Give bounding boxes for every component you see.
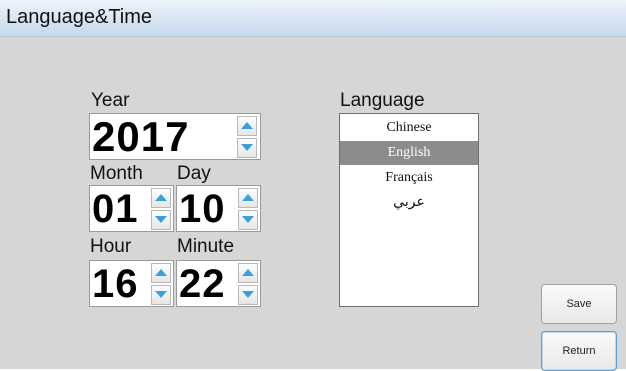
spin-down-icon — [155, 291, 167, 298]
month-down-button[interactable] — [151, 209, 171, 230]
window-title: Language&Time — [6, 6, 153, 28]
hour-spinner — [150, 261, 172, 306]
day-up-button[interactable] — [238, 187, 258, 208]
spin-up-icon — [242, 194, 254, 201]
language-option-arabic[interactable]: عربي — [340, 191, 478, 215]
minute-spinner — [237, 261, 259, 306]
save-button[interactable]: Save — [541, 284, 617, 324]
spin-up-icon — [155, 269, 167, 276]
month-field[interactable]: 01 — [89, 185, 174, 232]
settings-panel: Language&Time Year 2017 Month Day 01 10 … — [0, 0, 626, 371]
year-field[interactable]: 2017 — [89, 113, 261, 160]
hour-down-button[interactable] — [151, 284, 171, 305]
spin-down-icon — [155, 216, 167, 223]
day-field[interactable]: 10 — [176, 185, 261, 232]
spin-up-icon — [155, 194, 167, 201]
hour-field[interactable]: 16 — [89, 260, 174, 307]
month-up-button[interactable] — [151, 187, 171, 208]
day-label: Day — [177, 163, 211, 184]
year-value: 2017 — [92, 113, 190, 160]
title-bar: Language&Time — [0, 0, 626, 37]
spin-down-icon — [242, 216, 254, 223]
year-label: Year — [91, 90, 130, 111]
spin-up-icon — [242, 269, 254, 276]
hour-value: 16 — [92, 262, 139, 306]
day-down-button[interactable] — [238, 209, 258, 230]
language-option-chinese[interactable]: Chinese — [340, 116, 478, 140]
hour-label: Hour — [90, 236, 132, 257]
language-list[interactable]: Chinese English Français عربي — [339, 113, 479, 307]
minute-up-button[interactable] — [238, 262, 258, 283]
minute-down-button[interactable] — [238, 284, 258, 305]
year-down-button[interactable] — [237, 137, 257, 158]
year-up-button[interactable] — [237, 115, 257, 136]
month-value: 01 — [92, 187, 139, 231]
return-button[interactable]: Return — [541, 331, 617, 371]
minute-value: 22 — [179, 262, 226, 306]
language-option-english[interactable]: English — [340, 141, 478, 165]
spin-down-icon — [242, 291, 254, 298]
month-label: Month — [90, 163, 143, 184]
spin-up-icon — [241, 122, 253, 129]
spin-down-icon — [241, 144, 253, 151]
month-spinner — [150, 186, 172, 231]
year-spinner — [236, 114, 258, 159]
minute-field[interactable]: 22 — [176, 260, 261, 307]
language-option-francais[interactable]: Français — [340, 166, 478, 190]
hour-up-button[interactable] — [151, 262, 171, 283]
minute-label: Minute — [177, 236, 235, 257]
day-value: 10 — [179, 187, 226, 231]
language-label: Language — [340, 90, 425, 111]
day-spinner — [237, 186, 259, 231]
